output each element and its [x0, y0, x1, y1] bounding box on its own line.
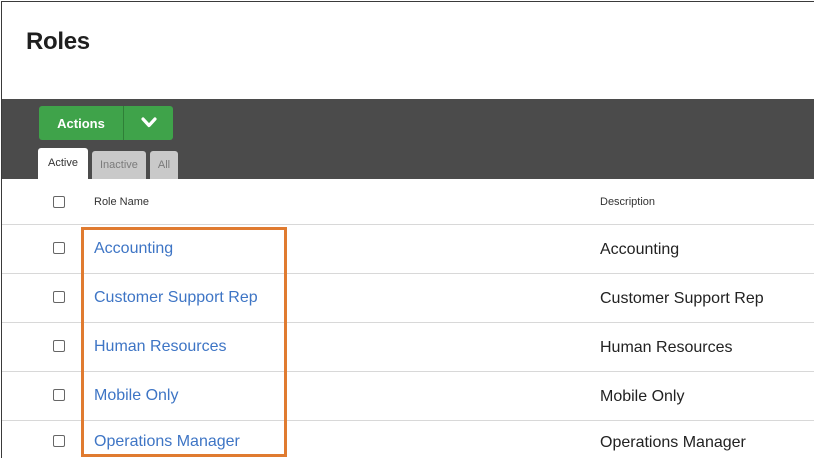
role-name-link[interactable]: Accounting: [94, 240, 173, 258]
chevron-down-icon: [140, 117, 157, 128]
actions-button[interactable]: Actions: [39, 106, 173, 140]
role-description: Accounting: [600, 241, 680, 258]
roles-page: Roles Actions Active Inactive All Role N…: [1, 1, 814, 458]
actions-dropdown-toggle[interactable]: [124, 117, 173, 129]
actions-button-label: Actions: [57, 115, 105, 131]
tab-inactive[interactable]: Inactive: [91, 151, 146, 179]
role-description: Human Resources: [600, 339, 733, 356]
role-name-link[interactable]: Operations Manager: [94, 433, 240, 451]
select-all-checkbox[interactable]: [53, 196, 65, 208]
column-header-description[interactable]: Description: [600, 196, 655, 208]
column-header-role-name[interactable]: Role Name: [94, 196, 149, 208]
role-description: Mobile Only: [600, 388, 685, 405]
row-checkbox[interactable]: [53, 340, 65, 352]
row-checkbox[interactable]: [53, 435, 65, 447]
table-row: Customer Support Rep Customer Support Re…: [2, 274, 814, 323]
table-row: Human Resources Human Resources: [2, 323, 814, 372]
table-row: Accounting Accounting: [2, 225, 814, 274]
row-checkbox[interactable]: [53, 389, 65, 401]
role-name-link[interactable]: Mobile Only: [94, 387, 178, 405]
tab-all[interactable]: All: [149, 151, 179, 179]
role-description: Customer Support Rep: [600, 290, 764, 307]
status-tabs: Active Inactive All: [38, 148, 182, 179]
table-row: Operations Manager Operations Manager: [2, 421, 814, 458]
row-checkbox[interactable]: [53, 291, 65, 303]
role-name-link[interactable]: Customer Support Rep: [94, 289, 258, 307]
role-description: Operations Manager: [600, 434, 746, 451]
page-title: Roles: [26, 28, 90, 55]
role-name-link[interactable]: Human Resources: [94, 338, 227, 356]
row-checkbox[interactable]: [53, 242, 65, 254]
tab-active[interactable]: Active: [38, 148, 88, 179]
table-row: Mobile Only Mobile Only: [2, 372, 814, 421]
table-header: Role Name Description: [2, 179, 814, 225]
